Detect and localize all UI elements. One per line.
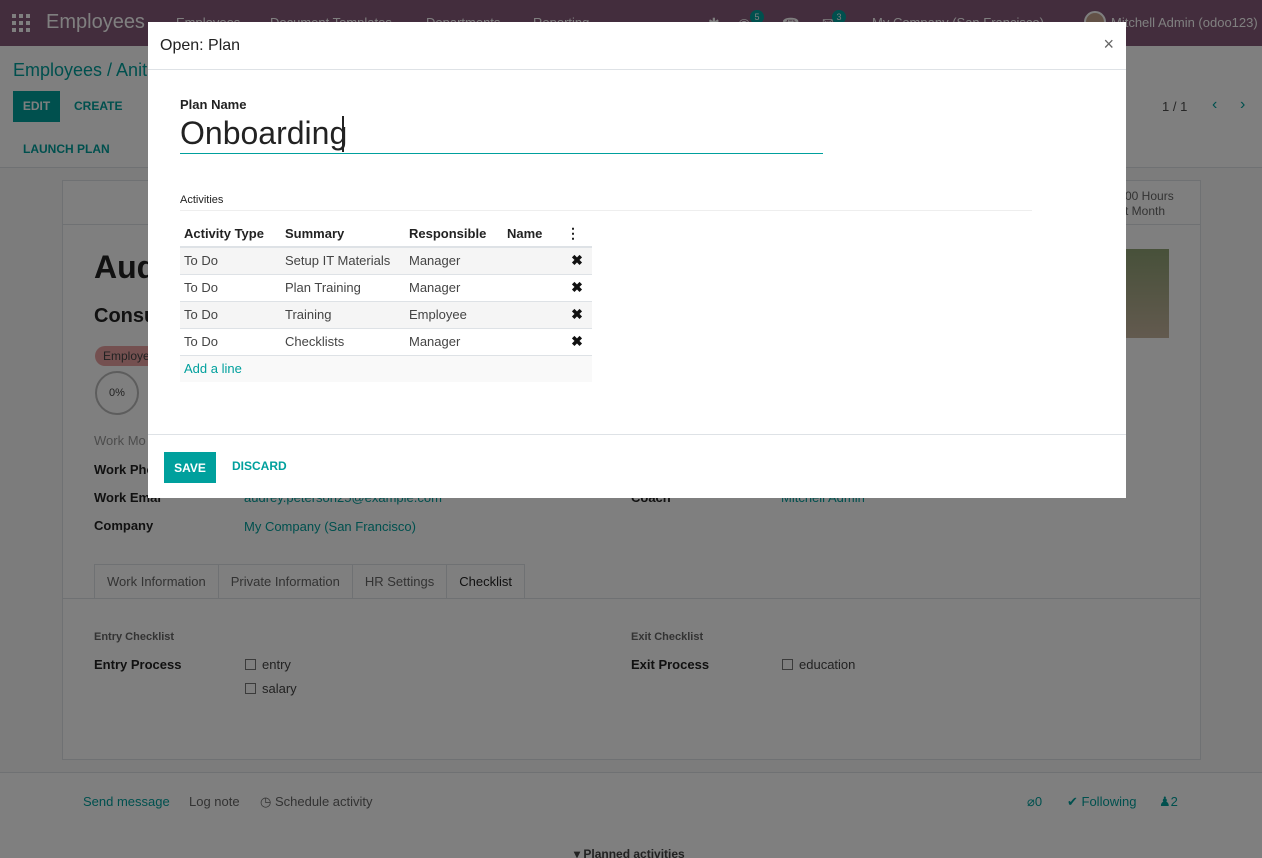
cell-name[interactable]	[503, 301, 562, 329]
column-header-responsible[interactable]: Responsible	[405, 220, 503, 248]
cell-summary[interactable]: Checklists	[281, 328, 405, 356]
optional-columns-icon[interactable]: ⋮	[562, 220, 592, 248]
cell-name[interactable]	[503, 274, 562, 302]
table-row[interactable]: To Do Training Employee ✖	[180, 301, 592, 329]
cell-activity-type[interactable]: To Do	[180, 301, 281, 329]
cell-responsible[interactable]: Employee	[405, 301, 503, 329]
delete-row-icon[interactable]: ✖	[562, 328, 592, 356]
discard-button[interactable]: DISCARD	[232, 459, 287, 473]
cell-name[interactable]	[503, 328, 562, 356]
cell-name[interactable]	[503, 247, 562, 275]
table-header-row: Activity Type Summary Responsible Name ⋮	[180, 220, 592, 248]
delete-row-icon[interactable]: ✖	[562, 247, 592, 275]
dialog-header: Open: Plan ×	[148, 22, 1126, 70]
cell-summary[interactable]: Setup IT Materials	[281, 247, 405, 275]
add-line-row: Add a line	[180, 355, 592, 382]
dialog-title: Open: Plan	[160, 37, 241, 54]
column-header-summary[interactable]: Summary	[281, 220, 405, 248]
table-row[interactable]: To Do Setup IT Materials Manager ✖	[180, 247, 592, 275]
table-row[interactable]: To Do Plan Training Manager ✖	[180, 274, 592, 302]
activities-label: Activities	[180, 194, 224, 206]
cell-responsible[interactable]: Manager	[405, 247, 503, 275]
cell-activity-type[interactable]: To Do	[180, 328, 281, 356]
activities-table: Activity Type Summary Responsible Name ⋮…	[180, 220, 592, 382]
cell-activity-type[interactable]: To Do	[180, 247, 281, 275]
plan-dialog: Open: Plan × Plan Name Activities Activi…	[148, 22, 1126, 498]
cell-responsible[interactable]: Manager	[405, 328, 503, 356]
save-button[interactable]: SAVE	[164, 452, 216, 483]
column-header-name[interactable]: Name	[503, 220, 562, 248]
text-cursor	[342, 116, 344, 152]
add-a-line-link[interactable]: Add a line	[184, 361, 242, 376]
delete-row-icon[interactable]: ✖	[562, 274, 592, 302]
delete-row-icon[interactable]: ✖	[562, 301, 592, 329]
plan-name-label: Plan Name	[180, 97, 247, 112]
cell-summary[interactable]: Training	[281, 301, 405, 329]
cell-summary[interactable]: Plan Training	[281, 274, 405, 302]
close-icon[interactable]: ×	[1103, 34, 1114, 55]
table-row[interactable]: To Do Checklists Manager ✖	[180, 328, 592, 356]
plan-name-input[interactable]	[180, 114, 823, 154]
column-header-activity-type[interactable]: Activity Type	[180, 220, 281, 248]
cell-activity-type[interactable]: To Do	[180, 274, 281, 302]
dialog-footer: SAVE DISCARD	[148, 434, 1126, 498]
activities-separator	[180, 210, 1032, 211]
cell-responsible[interactable]: Manager	[405, 274, 503, 302]
